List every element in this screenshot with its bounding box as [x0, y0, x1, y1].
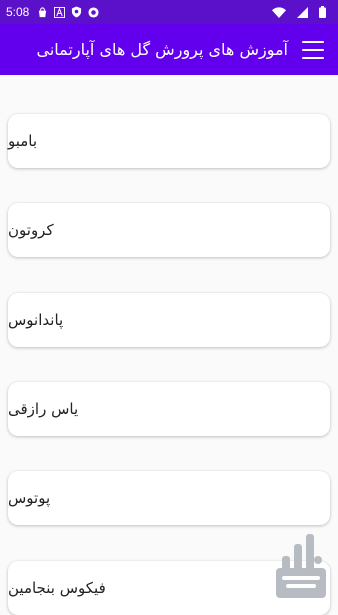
list-item[interactable]: بامبو: [8, 114, 330, 168]
list-item-label: فیکوس بنجامین: [8, 579, 106, 597]
list-item[interactable]: پاندانوس: [8, 293, 330, 347]
record-icon: [88, 6, 99, 18]
wifi-icon: [272, 6, 286, 18]
status-time: 5:08: [6, 5, 30, 19]
list-item-label: پوتوس: [8, 489, 51, 507]
battery-icon: [319, 6, 326, 18]
list-item-label: بامبو: [8, 132, 38, 150]
shield-icon: [71, 6, 82, 18]
signal-icon: [297, 6, 308, 18]
list-item-label: کروتون: [8, 221, 54, 239]
watermark-logo-icon: [272, 530, 330, 600]
hamburger-menu-icon[interactable]: [302, 40, 324, 59]
bag-icon: [37, 6, 48, 18]
toolbar-title: آموزش های پرورش گل های آپارتمانی: [36, 40, 288, 59]
list-item[interactable]: پوتوس: [8, 471, 330, 525]
a-icon: [54, 6, 66, 18]
list-item[interactable]: یاس رازقی: [8, 382, 330, 436]
list-item-label: پاندانوس: [8, 311, 64, 329]
list-item-label: یاس رازقی: [8, 400, 79, 418]
list-item[interactable]: کروتون: [8, 203, 330, 257]
status-bar: 5:08: [0, 0, 338, 24]
app-toolbar: آموزش های پرورش گل های آپارتمانی: [0, 24, 338, 75]
